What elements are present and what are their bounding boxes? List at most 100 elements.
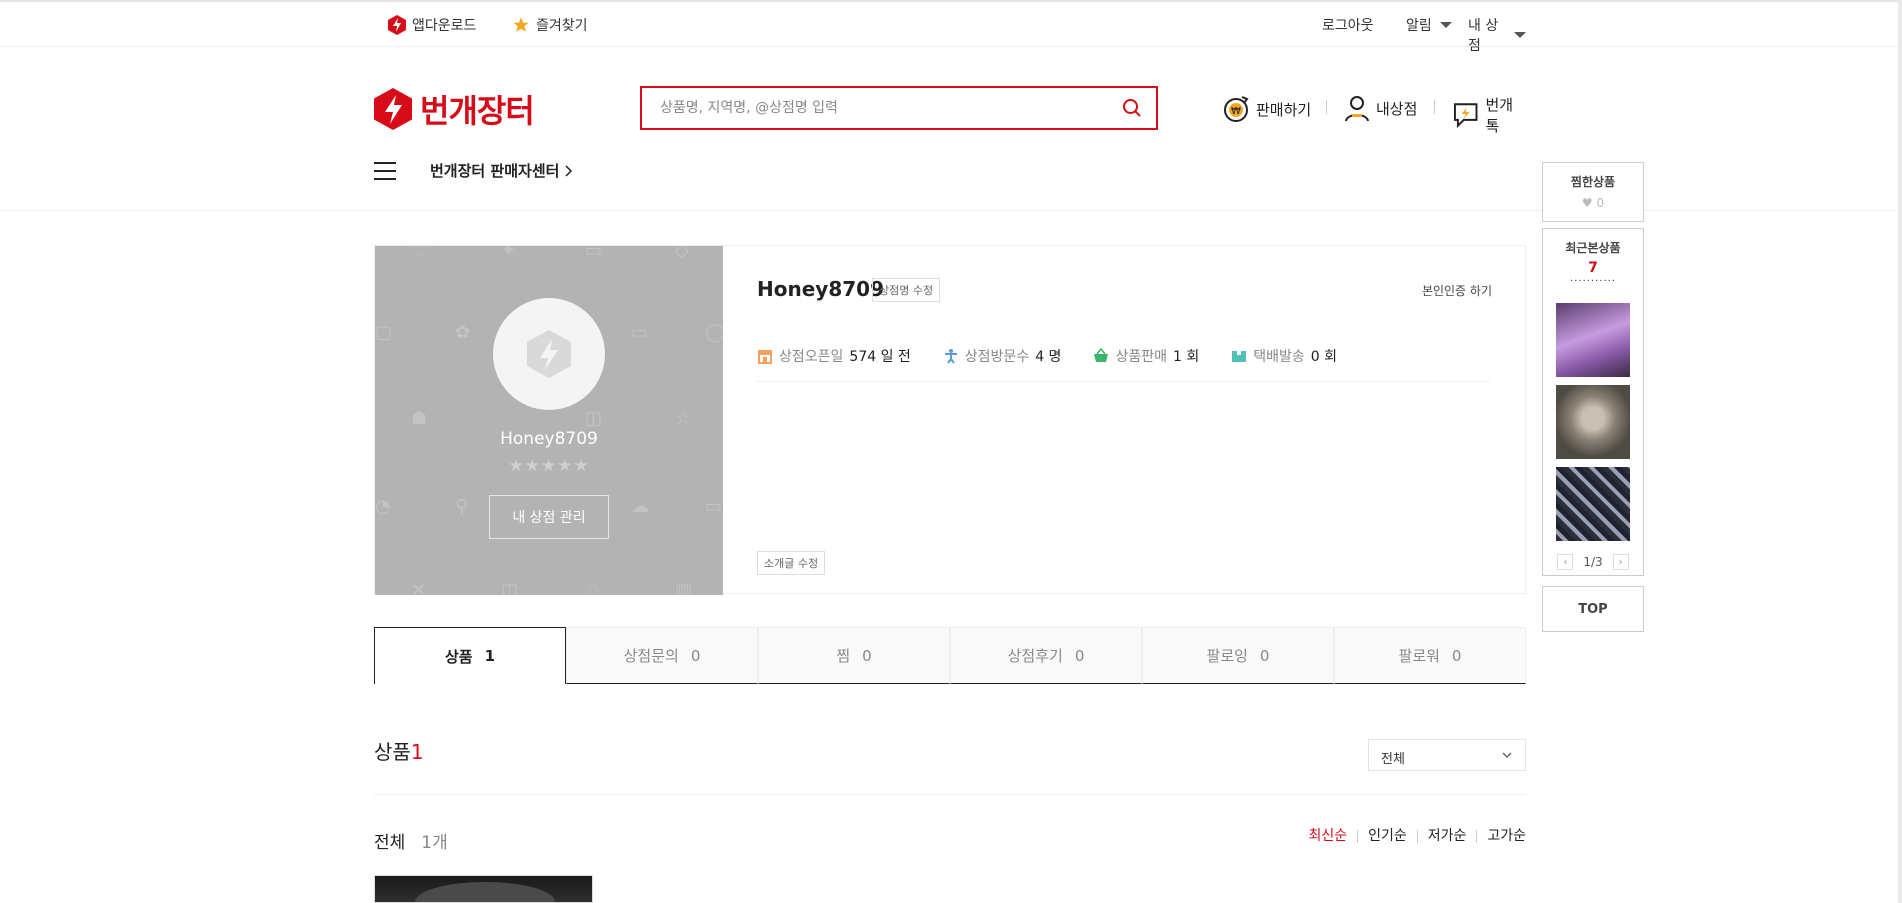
visitor-icon: [944, 349, 957, 364]
my-store-button[interactable]: 내상점: [1344, 94, 1417, 122]
recent-pager: ‹ 1/3 ›: [1543, 554, 1643, 570]
edit-intro-button[interactable]: 소개글 수정: [757, 551, 826, 575]
chevron-down-icon: [1502, 752, 1512, 759]
edit-shop-name-button[interactable]: 상점명 수정: [872, 278, 941, 302]
svg-text:₩: ₩: [1231, 106, 1241, 117]
nav-divider: [1434, 100, 1435, 114]
tab-inquiries[interactable]: 상점문의 0: [566, 627, 758, 684]
section-title-count: 1: [410, 740, 424, 764]
default-shop-icon: [527, 330, 571, 378]
app-download-icon: [388, 15, 406, 35]
tab-followers[interactable]: 팔로워 0: [1334, 627, 1526, 684]
products-section-title: 상품1: [374, 736, 424, 765]
window-scrollbar[interactable]: [1898, 0, 1902, 903]
talk-button[interactable]: 번개톡: [1452, 94, 1526, 136]
favorites-box[interactable]: 찜한상품 ♥ 0: [1542, 162, 1644, 222]
recent-products-box: 최근본상품 7 ........... ‹ 1/3 ›: [1542, 228, 1644, 576]
logo-text: 번개장터: [420, 92, 535, 130]
favorites-title: 찜한상품: [1570, 175, 1616, 189]
stat-label: 상점방문수: [964, 349, 1030, 365]
alarm-dropdown[interactable]: 알림: [1406, 15, 1452, 35]
scroll-top-button[interactable]: TOP: [1542, 586, 1644, 632]
logout-link[interactable]: 로그아웃: [1322, 15, 1374, 35]
shop-name: Honey8709: [500, 429, 598, 449]
product-card-thumbnail[interactable]: [374, 875, 593, 903]
chevron-down-icon: [1439, 22, 1452, 28]
site-logo[interactable]: 번개장터: [374, 86, 535, 132]
rating-stars: ★★★★★: [508, 456, 590, 476]
sort-popular[interactable]: 인기순: [1357, 829, 1417, 843]
seller-center-link[interactable]: 번개장터 판매자센터: [430, 160, 573, 181]
tab-label: 상품: [444, 647, 473, 666]
stat-open-date: 상점오픈일 574 일 전: [757, 346, 911, 366]
product-list-header: 전체 1개: [374, 828, 448, 853]
tab-label: 찜: [836, 647, 851, 665]
stat-label: 택배발송: [1253, 349, 1305, 365]
alarm-label: 알림: [1406, 18, 1432, 34]
category-filter-select[interactable]: 전체: [1368, 739, 1526, 771]
bookmark-link[interactable]: 즐겨찾기: [512, 15, 588, 35]
hamburger-menu-icon[interactable]: [374, 162, 396, 180]
tab-count: 0: [1074, 646, 1085, 665]
tab-products[interactable]: 상품 1: [374, 627, 566, 684]
sort-low-price[interactable]: 저가순: [1416, 829, 1477, 843]
search-input[interactable]: [642, 88, 1102, 128]
search-button[interactable]: [1122, 98, 1142, 122]
manage-shop-button[interactable]: 내 상점 관리: [489, 495, 609, 539]
search-bar: [640, 86, 1158, 130]
shop-stats: 상점오픈일 574 일 전 상점방문수 4 명 상품판매 1 회 택배발송 0 …: [757, 346, 1490, 382]
recent-page-indicator: 1/3: [1583, 555, 1603, 569]
tab-label: 팔로워: [1398, 647, 1440, 665]
tab-count: 0: [1451, 646, 1462, 665]
sell-coin-icon: ₩: [1224, 96, 1249, 122]
nav-divider: [1326, 100, 1327, 114]
tab-count: 0: [862, 646, 872, 665]
lightning-logo-icon: [374, 88, 412, 130]
logout-label: 로그아웃: [1322, 18, 1374, 34]
favorites-count: ♥ 0: [1581, 196, 1605, 210]
stat-value: 4 명: [1035, 349, 1062, 365]
shop-tabs: 상품 1 상점문의 0 찜 0 상점후기 0 팔로잉 0 팔로워 0: [374, 627, 1526, 684]
stat-visitors: 상점방문수 4 명: [943, 346, 1062, 366]
recent-title: 최근본상품: [1565, 241, 1621, 255]
stat-label: 상품판매: [1115, 349, 1167, 365]
sort-high-price[interactable]: 고가순: [1476, 829, 1526, 843]
top-utility-bar: 앱다운로드 즐겨찾기 로그아웃 알림 내 상점: [0, 2, 1902, 54]
app-download-link[interactable]: 앱다운로드: [388, 15, 476, 35]
tab-following[interactable]: 팔로잉 0: [1142, 627, 1334, 684]
tab-count: 0: [1259, 646, 1270, 665]
identity-verify-link[interactable]: 본인인증 하기: [1422, 282, 1492, 299]
sell-button[interactable]: ₩ 판매하기: [1222, 94, 1311, 124]
sort-latest[interactable]: 최신순: [1298, 829, 1357, 843]
tab-favorites[interactable]: 찜 0: [758, 627, 950, 684]
recent-product-thumbnail[interactable]: [1556, 467, 1630, 541]
shop-title: Honey8709: [757, 277, 884, 301]
bookmark-label: 즐겨찾기: [536, 18, 588, 34]
recent-product-thumbnail[interactable]: [1556, 385, 1630, 459]
stat-label: 상점오픈일: [779, 349, 844, 365]
filter-value: 전체: [1381, 752, 1405, 767]
sort-options: 최신순 인기순 저가순 고가순: [1290, 829, 1526, 843]
shop-avatar[interactable]: [493, 298, 605, 410]
seller-center-label: 번개장터 판매자센터: [430, 162, 560, 180]
basket-icon: [1094, 348, 1109, 362]
star-icon: [513, 17, 529, 32]
tab-count: 1: [484, 647, 496, 665]
tab-label: 상점문의: [623, 647, 679, 665]
chevron-left-icon[interactable]: ‹: [1557, 554, 1574, 570]
stat-value: 1 회: [1172, 349, 1200, 365]
app-download-label: 앱다운로드: [412, 18, 477, 34]
tab-label: 상점후기: [1007, 647, 1063, 665]
chat-icon: [1453, 103, 1478, 129]
chevron-right-icon[interactable]: ›: [1612, 554, 1629, 570]
section-title-label: 상품: [374, 740, 411, 764]
recent-product-thumbnail[interactable]: [1556, 303, 1630, 377]
search-icon: [1123, 99, 1141, 117]
shop-profile: ♡ ✦ ▭ ◇ ▢ ✿ ▭ ◯ ☗ ☆ ◫ ◔ ⚲ ☁ ▭ ✕ ◫ ♢ ▥ Honey8709 ★★★★★ …: [374, 245, 1526, 595]
shop-info: Honey8709 상점명 수정 본인인증 하기 상점오픈일 574 일 전 상…: [723, 246, 1525, 593]
section-divider: [374, 794, 1526, 795]
stat-sales: 상품판매 1 회: [1093, 346, 1199, 366]
my-store-label: 내상점: [1376, 99, 1418, 118]
tab-reviews[interactable]: 상점후기 0: [950, 627, 1142, 684]
user-icon: [1345, 96, 1369, 122]
